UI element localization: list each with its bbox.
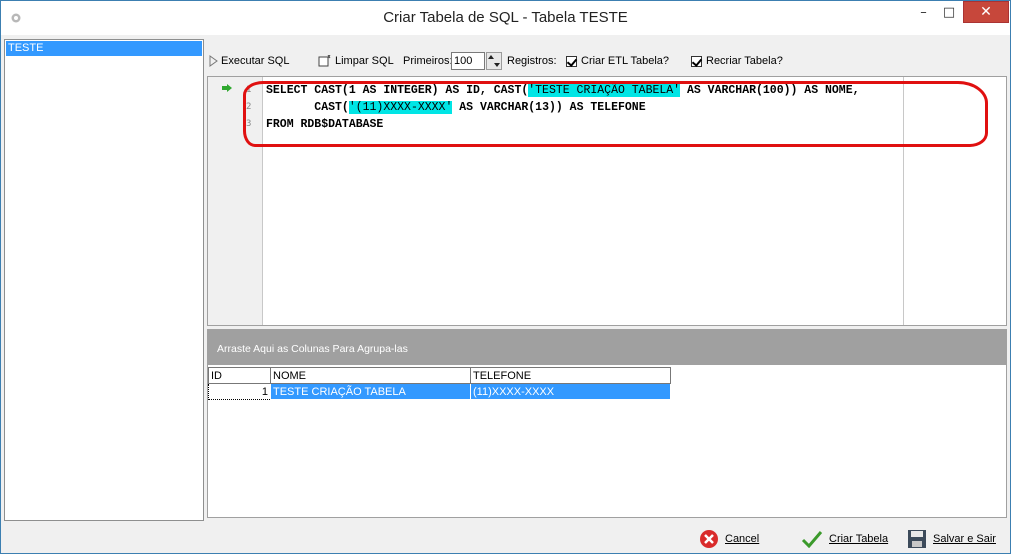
cancel-icon: [700, 530, 718, 548]
results-grid[interactable]: ID NOME TELEFONE 1 TESTE CRIAÇÃO TABELA …: [207, 365, 1007, 518]
table-row[interactable]: 1 TESTE CRIAÇÃO TABELA (11)XXXX-XXXX: [208, 383, 671, 400]
group-by-panel[interactable]: Arraste Aqui as Colunas Para Agrupa-las: [207, 329, 1007, 365]
create-etl-label: Criar ETL Tabela?: [581, 55, 670, 67]
column-header-telefone[interactable]: TELEFONE: [470, 367, 671, 384]
first-label: Primeiros:: [403, 55, 453, 67]
records-label: Registros:: [507, 55, 557, 67]
cancel-button[interactable]: Cancel: [699, 529, 759, 549]
column-header-nome[interactable]: NOME: [270, 367, 471, 384]
dialog-window: Criar Tabela de SQL - Tabela TESTE – □ ✕…: [0, 0, 1011, 554]
column-header-id[interactable]: ID: [208, 367, 271, 384]
maximize-button[interactable]: □: [936, 1, 962, 23]
close-button[interactable]: ✕: [963, 1, 1009, 23]
table-list[interactable]: TESTE: [4, 39, 204, 521]
first-records-spinner[interactable]: [486, 52, 502, 70]
cancel-label: Cancel: [725, 533, 760, 545]
cell-nome[interactable]: TESTE CRIAÇÃO TABELA: [270, 383, 471, 400]
recreate-table-label: Recriar Tabela?: [706, 55, 783, 67]
header-row: ID NOME TELEFONE: [208, 367, 671, 384]
execute-sql-button[interactable]: Executar SQL: [209, 51, 289, 71]
cell-telefone[interactable]: (11)XXXX-XXXX: [470, 383, 671, 400]
recreate-table-checkbox[interactable]: Recriar Tabela?: [691, 51, 783, 71]
cell-id[interactable]: 1: [208, 383, 271, 400]
save-exit-label: Salvar e Sair: [933, 533, 996, 545]
checkmark-icon: [801, 531, 823, 548]
create-table-label: Criar Tabela: [829, 533, 889, 545]
minimize-button[interactable]: –: [911, 1, 936, 23]
clear-sql-button[interactable]: Limpar SQL: [318, 51, 394, 71]
sql-editor[interactable]: 1 2 3 SELECT CAST(1 AS INTEGER) AS ID, C…: [207, 76, 1007, 326]
create-etl-checkbox[interactable]: Criar ETL Tabela?: [566, 51, 669, 71]
floppy-disk-icon: [908, 530, 926, 548]
recreate-table-checkmark[interactable]: [691, 55, 702, 67]
clear-sql-label: Limpar SQL: [335, 55, 394, 67]
create-table-button[interactable]: Criar Tabela: [801, 529, 888, 549]
red-annotation-ellipse: [243, 81, 988, 147]
title-bar: Criar Tabela de SQL - Tabela TESTE – □ ✕: [1, 1, 1010, 35]
save-exit-button[interactable]: Salvar e Sair: [907, 529, 996, 549]
play-icon: [209, 55, 218, 67]
create-etl-checkmark[interactable]: [566, 55, 577, 67]
table-list-item[interactable]: TESTE: [6, 41, 202, 56]
spinner-arrows-icon: [488, 55, 500, 67]
new-document-icon: [318, 55, 331, 67]
window-title: Criar Tabela de SQL - Tabela TESTE: [383, 9, 628, 26]
results-table: ID NOME TELEFONE 1 TESTE CRIAÇÃO TABELA …: [208, 367, 671, 400]
execute-sql-label: Executar SQL: [221, 55, 290, 67]
first-records-input[interactable]: 100: [451, 52, 485, 70]
current-line-arrow-icon: [222, 84, 232, 92]
toolbar: Executar SQL Limpar SQL Primeiros: 100 R…: [207, 49, 1007, 73]
